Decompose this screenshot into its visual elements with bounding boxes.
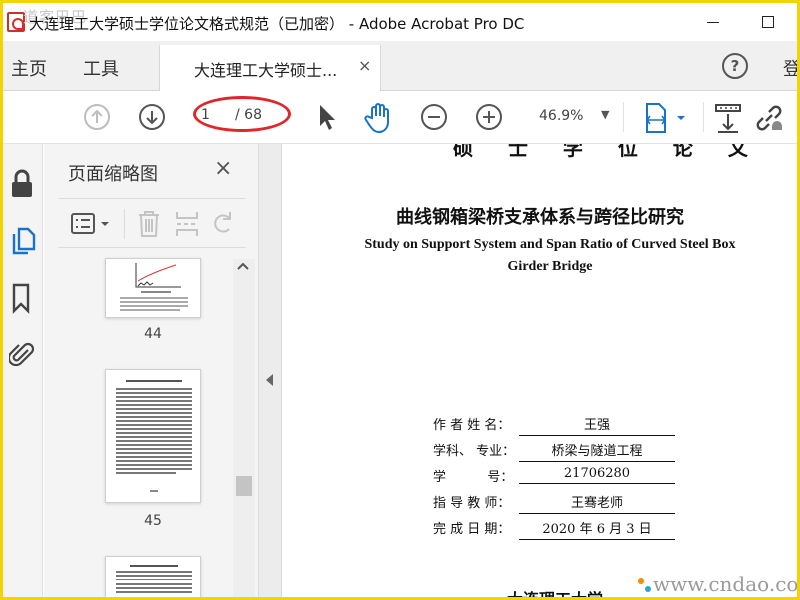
- scroll-mode-icon: [715, 104, 741, 133]
- insert-page-icon: [176, 212, 198, 236]
- arrow-up-icon: [91, 109, 103, 123]
- page-preview: [120, 263, 188, 311]
- maximize-button[interactable]: [748, 9, 788, 35]
- tab-document[interactable]: 大连理工大学硕士... ×: [159, 45, 381, 91]
- chevron-down-icon[interactable]: ▼: [601, 108, 609, 121]
- maximize-icon: [762, 16, 774, 28]
- red-annotation-oval: [193, 96, 291, 132]
- minimize-icon: [707, 21, 719, 23]
- plus-icon: [483, 111, 495, 123]
- fit-page-button[interactable]: [643, 102, 689, 140]
- info-value: 王骞老师: [519, 492, 675, 514]
- page-thumbnails-panel: 页面缩略图 × 44 45: [44, 144, 258, 597]
- tab-bar: 主页 工具 大连理工大学硕士... × ? 登: [3, 41, 797, 91]
- thumbnails-toolbar: [58, 198, 246, 248]
- watermark-dot-icon: [638, 578, 644, 584]
- scroll-mode-button[interactable]: [714, 102, 742, 138]
- zoom-in-button[interactable]: [476, 104, 502, 130]
- document-page: 硕 士 学 位 论 文 曲线钢箱梁桥支承体系与跨径比研究 Study on Su…: [283, 144, 797, 597]
- thumbnail-page-46[interactable]: [105, 556, 201, 597]
- sign-in-button[interactable]: 登: [783, 55, 797, 81]
- document-view: 硕 士 学 位 论 文 曲线钢箱梁桥支承体系与跨径比研究 Study on Su…: [283, 144, 797, 597]
- info-value: 桥梁与隧道工程: [519, 440, 675, 462]
- thumbnail-page-44[interactable]: [105, 258, 201, 318]
- info-label: 完 成 日 期：: [433, 522, 511, 537]
- info-label: 指 导 教 师：: [433, 496, 511, 511]
- info-value: 2020 年 6 月 3 日: [519, 518, 675, 540]
- close-panel-icon[interactable]: ×: [214, 156, 232, 181]
- thumbnails-scrollbar[interactable]: [233, 259, 255, 597]
- toolbar-divider: [623, 102, 624, 132]
- page-preview: [116, 565, 192, 593]
- scrollbar-thumb[interactable]: [236, 476, 252, 496]
- attachment-icon: [7, 342, 35, 367]
- info-label: 学科、 专业：: [433, 444, 516, 459]
- info-label: 作 者 姓 名：: [433, 418, 511, 433]
- delete-page-button[interactable]: [136, 209, 162, 243]
- info-value: 21706280: [519, 466, 675, 484]
- chevron-up-icon[interactable]: [237, 261, 249, 271]
- panel-title: 页面缩略图: [68, 164, 158, 185]
- hand-tool-button[interactable]: [364, 102, 394, 138]
- main-toolbar: 1 / 68 46.9% ▼: [3, 92, 797, 144]
- window-title: 大连理工大学硕士学位论文格式规范（已加密） - Adobe Acrobat Pr…: [29, 15, 525, 33]
- thesis-title-english: Study on Support System and Span Ratio o…: [364, 237, 736, 274]
- cursor-arrow-icon: [320, 105, 335, 130]
- minus-icon: [428, 116, 440, 118]
- watermark-dot-icon: [645, 586, 651, 592]
- thumbnail-label: 44: [144, 326, 162, 342]
- page-preview: [116, 380, 192, 492]
- select-tool-button[interactable]: [316, 102, 338, 136]
- help-icon[interactable]: ?: [722, 53, 748, 79]
- site-watermark: www.cndao.com: [653, 572, 797, 596]
- thesis-heading: 硕 士 学 位 论 文: [453, 144, 762, 160]
- left-icon-rail: [3, 144, 43, 597]
- next-page-button[interactable]: [139, 104, 165, 130]
- pages-icon: [12, 227, 36, 255]
- document-tab-label: 大连理工大学硕士...: [194, 61, 338, 80]
- bookmark-icon: [12, 283, 30, 314]
- share-link-button[interactable]: [753, 102, 785, 138]
- arrow-down-icon: [146, 111, 158, 125]
- info-value: 王强: [519, 414, 675, 436]
- thesis-title-chinese: 曲线钢箱梁桥支承体系与跨径比研究: [396, 207, 684, 228]
- trash-icon: [139, 211, 159, 237]
- zoom-out-button[interactable]: [421, 104, 447, 130]
- rotate-page-button[interactable]: [210, 209, 236, 243]
- bookmarks-button[interactable]: [9, 282, 35, 318]
- info-label: 学 号：: [433, 470, 514, 485]
- minimize-button[interactable]: [693, 9, 733, 35]
- previous-page-button[interactable]: [84, 104, 110, 130]
- tab-tools[interactable]: 工具: [83, 55, 119, 81]
- university-name: 大连理工大学: [507, 586, 603, 597]
- zoom-level-dropdown[interactable]: 46.9%: [539, 108, 583, 124]
- options-menu-icon: [71, 213, 109, 234]
- attachments-button[interactable]: [7, 338, 35, 374]
- rotate-icon: [214, 212, 231, 233]
- hand-icon: [364, 103, 389, 134]
- link-icon: [756, 105, 782, 131]
- toolbar-divider: [703, 102, 704, 132]
- fit-page-icon: [646, 103, 685, 133]
- collapse-arrow-icon: [266, 374, 273, 386]
- thumbnail-label: 45: [144, 513, 162, 529]
- collapse-panel-handle[interactable]: [258, 144, 282, 597]
- thumbnail-options-button[interactable]: [70, 211, 114, 241]
- thumbnail-page-45[interactable]: [105, 369, 201, 503]
- toolbar-divider: [124, 209, 125, 239]
- acrobat-window: 道客巴巴 大连理工大学硕士学位论文格式规范（已加密） - Adobe Acrob…: [3, 3, 797, 597]
- title-bar: 道客巴巴 大连理工大学硕士学位论文格式规范（已加密） - Adobe Acrob…: [3, 3, 797, 41]
- insert-page-button[interactable]: [174, 209, 200, 243]
- tab-home[interactable]: 主页: [11, 55, 47, 81]
- security-button[interactable]: [9, 168, 35, 204]
- close-tab-icon[interactable]: ×: [358, 56, 371, 75]
- page-thumbnails-button[interactable]: [9, 226, 37, 262]
- lock-icon: [12, 169, 32, 197]
